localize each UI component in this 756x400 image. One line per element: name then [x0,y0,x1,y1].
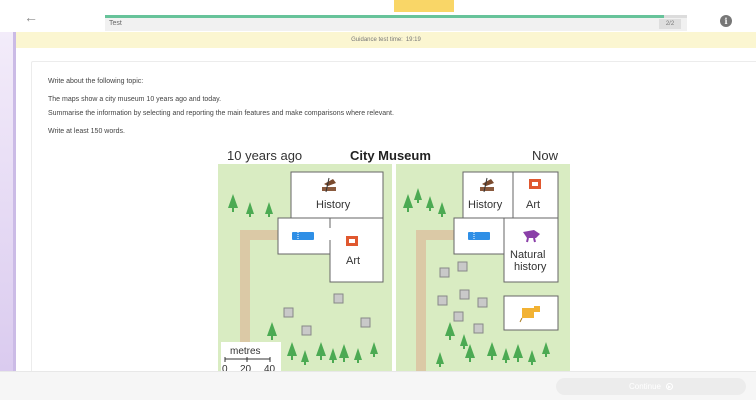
task-description: The maps show a city museum 10 years ago… [48,96,222,103]
arrow-right-circle-icon: ▶ [666,383,674,390]
label-history-past: History [316,199,351,211]
stone [459,289,470,300]
progress-fill [105,15,664,18]
map-divider [392,164,396,376]
info-icon[interactable]: i [720,15,732,27]
guidance-banner: Guidance test time: 19:19 [16,32,756,48]
continue-button[interactable]: Continue ▶ [556,378,746,395]
stone [457,261,468,272]
label-natural-history-now-2: history [514,261,547,273]
building-history-now [462,171,514,219]
stone [437,295,448,306]
stone [301,325,312,336]
label-art-past: Art [346,255,360,267]
guidance-time: 19:19 [405,37,421,43]
continue-label: Continue [628,382,662,391]
highlight-tab [394,0,454,12]
map-title-now: Now [532,148,559,163]
footer-bar: Continue ▶ [0,371,756,400]
ticket-icon-past [292,232,314,240]
stone [333,293,344,304]
stone [283,307,294,318]
stone [477,297,488,308]
map-title-past: 10 years ago [227,148,302,163]
museum-map-graphic: 10 years ago City Museum Now History Art [218,146,570,376]
question-count-badge: 2/2 [659,19,681,29]
building-history-past [290,171,384,219]
stone [439,267,450,278]
task-instruction: Write about the following topic: [48,78,144,85]
guidance-label: Guidance test time: [351,37,403,43]
building-art-past [329,217,384,283]
museum-map: 10 years ago City Museum Now History Art [218,146,570,376]
progress-bar: Test 2/2 [105,15,687,31]
label-history-now: History [468,199,503,211]
stone [360,317,371,328]
task-summary-instruction: Summarise the information by selecting a… [48,110,394,117]
art-icon-now [529,179,541,189]
top-bar: ← Test 2/2 i [0,0,756,32]
test-label: Test [109,20,122,27]
ticket-icon-now [468,232,490,240]
map-title: City Museum [350,148,431,163]
art-icon-past [346,236,358,246]
label-art-now: Art [526,199,540,211]
label-natural-history-now-1: Natural [510,249,545,261]
stone [473,323,484,334]
stone [453,311,464,322]
path-now-vertical [416,230,426,376]
arrow-left-icon[interactable]: ← [20,7,42,27]
side-panel-edge [13,32,16,400]
building-art-now [512,171,559,219]
scale-label: metres [230,346,261,357]
task-word-count: Write at least 150 words. [48,128,125,135]
